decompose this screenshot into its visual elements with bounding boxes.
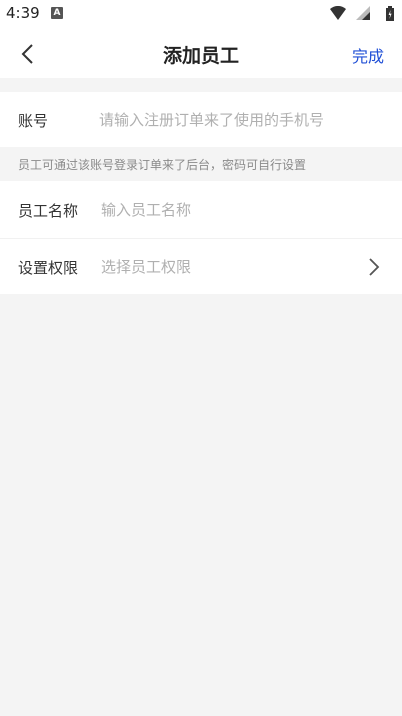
notification-a-icon: A (51, 7, 63, 19)
account-row: 账号 (0, 92, 402, 147)
account-hint-text: 员工可通过该账号登录订单来了后台，密码可自行设置 (18, 158, 307, 172)
account-label: 账号 (18, 112, 49, 130)
employee-name-label: 员工名称 (18, 202, 79, 220)
permission-label: 设置权限 (18, 259, 79, 277)
account-hint: 员工可通过该账号登录订单来了后台，密码可自行设置 (0, 147, 402, 181)
battery-icon (386, 6, 394, 21)
done-button[interactable]: 完成 (352, 43, 384, 67)
status-bar: 4:39 A (0, 0, 402, 28)
account-phone-input[interactable] (99, 109, 389, 131)
status-time: 4:39 (6, 4, 40, 22)
chevron-right-icon (369, 258, 380, 276)
employee-name-row: 员工名称 (0, 181, 402, 238)
nav-bar: 添加员工 完成 (0, 28, 402, 78)
page-title: 添加员工 (162, 45, 239, 67)
cellular-signal-icon (356, 6, 370, 20)
employee-name-input[interactable] (101, 199, 381, 221)
permission-row[interactable]: 设置权限 (0, 239, 402, 294)
permission-select[interactable] (101, 256, 341, 278)
wifi-icon (330, 6, 346, 20)
